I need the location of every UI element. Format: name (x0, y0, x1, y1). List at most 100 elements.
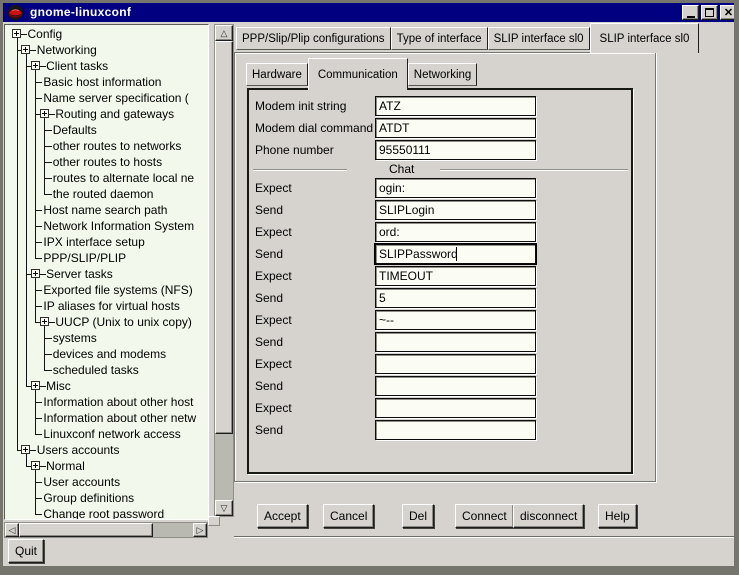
tree-item[interactable]: Host name search path (43, 202, 167, 218)
chat-expect-input[interactable] (375, 310, 536, 330)
tree-expander[interactable] (21, 445, 30, 454)
chat-send-input[interactable] (375, 420, 536, 440)
tree-item[interactable]: Config (28, 26, 63, 42)
tree-item[interactable]: Exported file systems (NFS) (43, 282, 192, 298)
vertical-scroll-thumb[interactable] (215, 41, 233, 434)
tree-expander[interactable] (31, 381, 40, 390)
cancel-button[interactable]: Cancel (323, 504, 374, 528)
field-label: Expect (255, 178, 292, 198)
tree-connector (30, 50, 36, 51)
field-label: Modem dial command (255, 118, 373, 138)
accept-button[interactable]: Accept (257, 504, 308, 528)
tab-communication[interactable]: Communication (308, 58, 408, 90)
tree-item[interactable]: Normal (46, 458, 85, 474)
tree-item[interactable]: other routes to hosts (53, 154, 162, 170)
window-title: gnome-linuxconf (30, 5, 131, 19)
tab-hardware[interactable]: Hardware (246, 63, 308, 86)
tree-item[interactable]: UUCP (Unix to unix copy) (55, 314, 192, 330)
tree-item[interactable]: Networking (37, 42, 97, 58)
tree-item[interactable]: Information about other netw (43, 410, 196, 426)
tree-item[interactable]: the routed daemon (53, 186, 154, 202)
tree-item[interactable]: Routing and gateways (55, 106, 174, 122)
chat-send-input[interactable] (375, 332, 536, 352)
text-cursor (456, 247, 457, 261)
tree-item[interactable]: IPX interface setup (43, 234, 144, 250)
maximize-button[interactable] (701, 5, 718, 20)
tab-networking[interactable]: Networking (408, 63, 478, 86)
triangle-right-icon: ▷ (197, 525, 204, 536)
phone-number-input[interactable] (375, 140, 536, 160)
tree-connector (35, 210, 42, 211)
tree-item[interactable]: Client tasks (46, 58, 108, 74)
tree-connector (44, 162, 51, 163)
tree-expander[interactable] (40, 109, 49, 118)
tree-expander[interactable] (31, 461, 40, 470)
field-label: Modem init string (255, 96, 346, 116)
tree-item[interactable]: IP aliases for virtual hosts (43, 298, 180, 314)
tree-horizontal-scrollbar[interactable]: ◁ ▷ (4, 522, 208, 538)
tree-item[interactable]: Linuxconf network access (43, 426, 180, 442)
tree-connector (35, 258, 42, 259)
chat-expect-input[interactable] (375, 266, 536, 286)
tree-connector (49, 114, 55, 115)
tree-connector (49, 322, 55, 323)
disconnect-button[interactable]: disconnect (513, 504, 584, 528)
tree-item[interactable]: PPP/SLIP/PLIP (43, 250, 126, 266)
tree-item[interactable]: Basic host information (43, 74, 161, 90)
tree-item[interactable]: Change root password (43, 506, 164, 520)
tree-item[interactable]: Network Information System (43, 218, 194, 234)
tree-connector (35, 242, 42, 243)
tree-item[interactable]: Group definitions (43, 490, 134, 506)
titlebar[interactable]: gnome-linuxconf ✕ (3, 3, 734, 22)
tree-item[interactable]: scheduled tasks (53, 362, 139, 378)
scroll-up-button[interactable]: △ (215, 25, 233, 41)
tree-expander[interactable] (40, 317, 49, 326)
chat-expect-input[interactable] (375, 222, 536, 242)
modem-init-input[interactable] (375, 96, 536, 116)
connect-button[interactable]: Connect (455, 504, 514, 528)
chat-send-input[interactable] (375, 200, 536, 220)
tree-item[interactable]: Information about other host (43, 394, 193, 410)
del-button[interactable]: Del (402, 504, 434, 528)
tree-item[interactable]: User accounts (43, 474, 120, 490)
chat-expect-input[interactable] (375, 354, 536, 374)
chat-send-input[interactable] (375, 376, 536, 396)
minimize-button[interactable] (682, 5, 699, 20)
modem-dial-input[interactable] (375, 118, 536, 138)
tree-item[interactable]: routes to alternate local ne (53, 170, 194, 186)
tree-expander[interactable] (31, 269, 40, 278)
tree-item[interactable]: Name server specification ( (43, 90, 188, 106)
field-label: Send (255, 376, 283, 396)
tree-item[interactable]: other routes to networks (53, 138, 182, 154)
horizontal-scroll-thumb[interactable] (19, 523, 153, 537)
tree-item[interactable]: Misc (46, 378, 71, 394)
scroll-right-button[interactable]: ▷ (193, 523, 207, 537)
tree-connector (40, 386, 46, 387)
section-tab-bar: HardwareCommunicationNetworking (246, 58, 477, 90)
quit-button[interactable]: Quit (8, 539, 44, 563)
tree-expander[interactable] (31, 61, 40, 70)
panel-bottom-separator (234, 536, 734, 538)
tree-item[interactable]: Users accounts (37, 442, 120, 458)
chat-send-input[interactable] (375, 288, 536, 308)
scroll-down-button[interactable]: ▽ (215, 500, 233, 516)
tab-slip-interface-sl0[interactable]: SLIP interface sl0 (590, 23, 700, 53)
scrollbar-corner (208, 516, 220, 526)
tab-type-of-interface[interactable]: Type of interface (391, 27, 488, 50)
triangle-up-icon: △ (221, 28, 228, 39)
tree-connector (44, 178, 51, 179)
tree-expander[interactable] (21, 45, 30, 54)
tree-item[interactable]: Defaults (53, 122, 97, 138)
tree-item[interactable]: systems (53, 330, 97, 346)
tree-item[interactable]: devices and modems (53, 346, 166, 362)
chat-expect-input[interactable] (375, 178, 536, 198)
tab-slip-interface-sl0[interactable]: SLIP interface sl0 (488, 27, 590, 50)
tree-item[interactable]: Server tasks (46, 266, 113, 282)
scroll-left-button[interactable]: ◁ (5, 523, 19, 537)
chat-expect-input[interactable] (375, 398, 536, 418)
tab-ppp-slip-plip-configurations[interactable]: PPP/Slip/Plip configurations (236, 27, 391, 50)
help-button[interactable]: Help (598, 504, 637, 528)
tree-vertical-scrollbar[interactable]: △ ▽ (214, 24, 234, 517)
app-window: gnome-linuxconf ✕ ConfigNetworkingClient… (0, 0, 739, 575)
tree-expander[interactable] (12, 29, 21, 38)
